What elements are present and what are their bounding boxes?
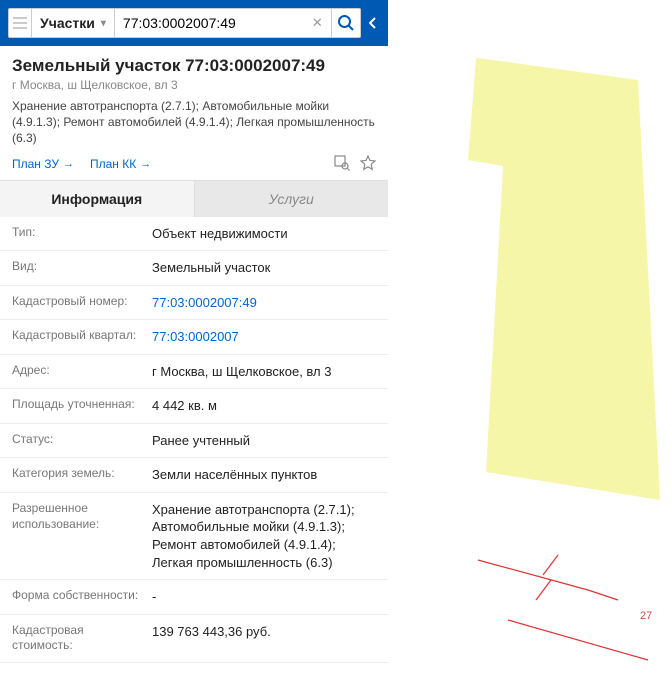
search-on-map-icon[interactable] <box>334 155 350 174</box>
row-cadnum: Кадастровый номер:77:03:0002007:49 <box>0 286 388 321</box>
tabs: Информация Услуги <box>0 180 388 217</box>
row-type: Тип:Объект недвижимости <box>0 217 388 252</box>
hamburger-icon <box>13 17 27 29</box>
clear-icon[interactable]: ✕ <box>308 15 327 31</box>
search-input[interactable] <box>119 9 308 37</box>
plan-zu-link[interactable]: План ЗУ <box>12 157 74 171</box>
parcel-number-label: 27 <box>640 610 652 622</box>
row-cadq: Кадастровый квартал:77:03:0002007 <box>0 320 388 355</box>
search-button[interactable] <box>332 8 362 38</box>
boundary-lines <box>478 555 648 660</box>
category-select[interactable]: Участки ▾ <box>31 8 114 38</box>
map-svg <box>388 0 672 672</box>
search-bar: Участки ▾ ✕ <box>0 0 388 46</box>
category-label: Участки <box>40 15 95 31</box>
tab-information[interactable]: Информация <box>0 180 195 217</box>
row-kind: Вид:Земельный участок <box>0 251 388 286</box>
parcel-address: г Москва, ш Щелковское, вл 3 <box>12 78 376 92</box>
row-use: Разрешенное использование:Хранение автот… <box>0 493 388 580</box>
favorite-icon[interactable] <box>360 155 376 174</box>
parcel-description: Хранение автотранспорта (2.7.1); Автомоб… <box>12 98 376 147</box>
parcel-title: Земельный участок 77:03:0002007:49 <box>12 56 376 76</box>
row-cost: Кадастровая стоимость:139 763 443,36 руб… <box>0 615 388 663</box>
row-addr: Адрес:г Москва, ш Щелковское, вл 3 <box>0 355 388 390</box>
row-status: Статус:Ранее учтенный <box>0 424 388 459</box>
parcel-polygon <box>468 58 660 500</box>
chevron-down-icon: ▾ <box>101 18 106 29</box>
menu-button[interactable] <box>8 8 31 38</box>
map-canvas[interactable]: 27 <box>388 0 672 672</box>
row-area: Площадь уточненная:4 442 кв. м <box>0 389 388 424</box>
search-icon <box>337 14 355 32</box>
collapse-panel-button[interactable] <box>365 8 380 38</box>
chevron-left-icon <box>369 17 377 29</box>
info-rows: Тип:Объект недвижимости Вид:Земельный уч… <box>0 217 388 672</box>
row-category: Категория земель:Земли населённых пункто… <box>0 458 388 493</box>
row-ownership: Форма собственности:- <box>0 580 388 615</box>
tab-services[interactable]: Услуги <box>195 180 389 217</box>
row-date-definition: дата определения:01.01.2022 <box>0 663 388 672</box>
search-input-wrap: ✕ <box>114 8 332 38</box>
panel-content: Земельный участок 77:03:0002007:49 г Мос… <box>0 46 388 672</box>
plan-kk-link[interactable]: План КК <box>90 157 151 171</box>
